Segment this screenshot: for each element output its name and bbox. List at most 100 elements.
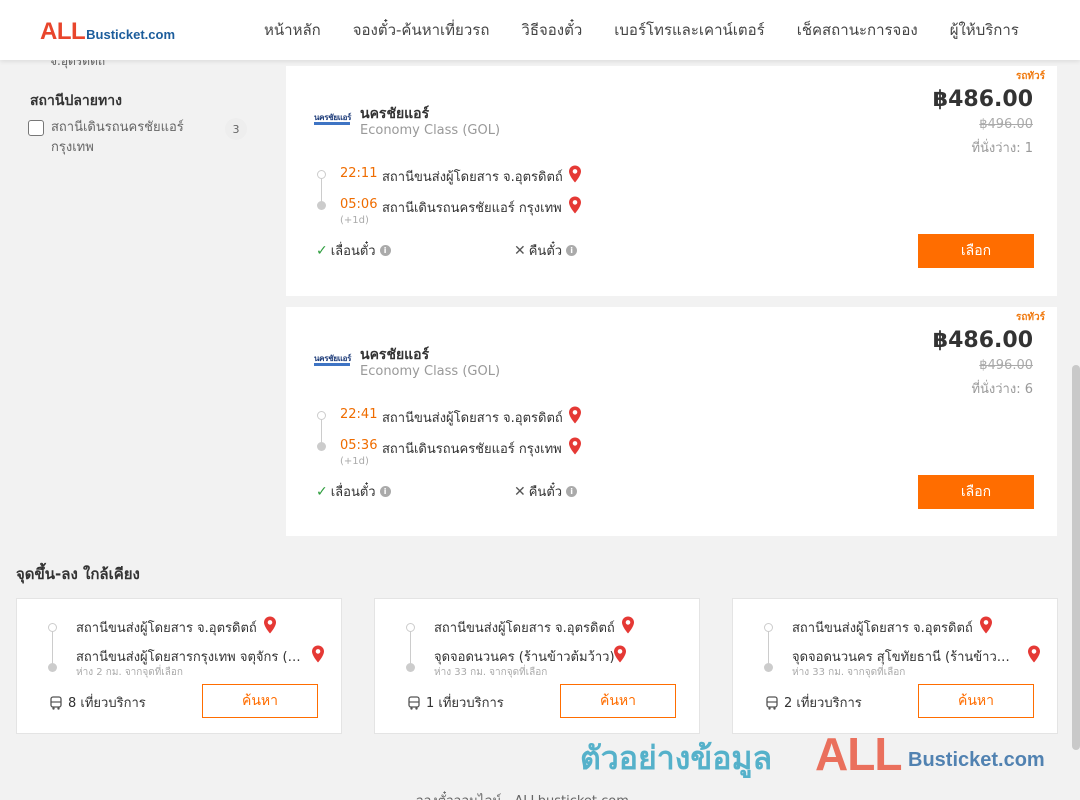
select-button[interactable]: เลือก [918, 234, 1034, 268]
route-line [410, 629, 411, 667]
footer-text: จองตั๋วออนไลน์ - ALLbusticket.com [416, 790, 629, 800]
destination-heading: สถานีปลายทาง [30, 93, 122, 109]
nearby-distance: ห่าง 33 กม. จากจุดที่เลือก [434, 667, 548, 678]
check-icon: ✓ [316, 483, 328, 500]
operator-name: นครชัยแอร์ [360, 347, 430, 363]
nearby-section-title: จุดขึ้น-ลง ใกล้เคียง [16, 565, 140, 583]
info-icon[interactable]: i [566, 245, 578, 256]
nav-operators[interactable]: ผู้ให้บริการ [934, 18, 1035, 42]
nearby-distance: ห่าง 2 กม. จากจุดที่เลือก [76, 667, 183, 678]
refund-policy: ✕ คืนตั๋ว i [514, 481, 578, 502]
service-count: 1 เที่ยวบริการ [407, 692, 504, 713]
service-count-text: 2 เที่ยวบริการ [784, 696, 862, 711]
site-logo[interactable]: ALL Busticket.com [40, 18, 175, 46]
service-count-text: 8 เที่ยวบริการ [68, 696, 146, 711]
cross-icon: ✕ [514, 242, 526, 259]
location-pin-icon[interactable] [621, 616, 635, 634]
seat-class: Economy Class (GOL) [360, 364, 501, 379]
bus-icon [408, 695, 420, 710]
location-pin-icon[interactable] [979, 616, 993, 634]
nearby-destination: จุดจอดนวนคร สุโขทัยธานี (ร้านข้าวต้มว้าว… [792, 650, 1017, 665]
nav-how-to-book[interactable]: วิธีจองตั๋ว [505, 18, 598, 42]
nearby-origin: สถานีขนส่งผู้โดยสาร จ.อุตรดิตถ์ [434, 621, 615, 636]
next-day-label: (+1d) [340, 456, 369, 467]
seat-class: Economy Class (GOL) [360, 123, 501, 138]
nav-home[interactable]: หน้าหลัก [248, 18, 337, 42]
arrive-dot [317, 201, 326, 210]
location-pin-icon[interactable] [568, 196, 582, 214]
info-icon[interactable]: i [566, 486, 578, 497]
operator-logo: นครชัยแอร์ [314, 354, 352, 368]
depart-time: 22:41 [340, 407, 378, 422]
price: ฿486.00 [932, 328, 1033, 353]
depart-stop: สถานีขนส่งผู้โดยสาร จ.อุตรดิตถ์ [382, 411, 563, 426]
original-price: ฿496.00 [979, 117, 1033, 132]
nav-phone-counters[interactable]: เบอร์โทรและเคาน์เตอร์ [598, 18, 780, 42]
search-button[interactable]: ค้นหา [560, 684, 676, 718]
search-button[interactable]: ค้นหา [202, 684, 318, 718]
location-pin-icon[interactable] [568, 165, 582, 183]
arrive-time: 05:06 [340, 197, 378, 212]
arrive-dot [317, 442, 326, 451]
arrive-time: 05:36 [340, 438, 378, 453]
location-pin-icon[interactable] [613, 645, 627, 663]
price: ฿486.00 [932, 87, 1033, 112]
location-pin-icon[interactable] [568, 437, 582, 455]
bus-type-tag: รถทัวร์ [1015, 71, 1045, 82]
nearby-origin: สถานีขนส่งผู้โดยสาร จ.อุตรดิตถ์ [792, 621, 973, 636]
location-pin-icon[interactable] [263, 616, 277, 634]
depart-stop: สถานีขนส่งผู้โดยสาร จ.อุตรดิตถ์ [382, 170, 563, 185]
trip-card: รถทัวร์ นครชัยแอร์ นครชัยแอร์ Economy Cl… [286, 66, 1057, 296]
depart-dot [317, 411, 326, 420]
search-button[interactable]: ค้นหา [918, 684, 1034, 718]
next-day-label: (+1d) [340, 215, 369, 226]
nav-book-search[interactable]: จองตั๋ว-ค้นหาเที่ยวรถ [337, 18, 506, 42]
destination-filter[interactable]: สถานีเดินรถนครชัยแอร์ กรุงเทพ 3 [28, 118, 258, 158]
origin-dot [406, 623, 415, 632]
route-line [768, 629, 769, 667]
refund-label: คืนตั๋ว [528, 485, 563, 500]
nearby-origin: สถานีขนส่งผู้โดยสาร จ.อุตรดิตถ์ [76, 621, 257, 636]
operator-logo-text: นครชัยแอร์ [314, 113, 352, 122]
reschedule-policy: ✓ เลื่อนตั๋ว i [316, 481, 391, 502]
operator-logo: นครชัยแอร์ [314, 113, 352, 127]
nearby-route-card: สถานีขนส่งผู้โดยสาร จ.อุตรดิตถ์ จุดจอดนว… [732, 598, 1058, 734]
logo-brand-text: Busticket.com [86, 27, 176, 42]
cross-icon: ✕ [514, 483, 526, 500]
nav-check-status[interactable]: เช็คสถานะการจอง [781, 18, 934, 42]
destination-dot [764, 663, 773, 672]
depart-dot [317, 170, 326, 179]
depart-time: 22:11 [340, 166, 378, 181]
bus-type-tag: รถทัวร์ [1015, 312, 1045, 323]
top-header: ALL Busticket.com หน้าหลัก จองตั๋ว-ค้นหา… [0, 0, 1080, 60]
seats-available: ที่นั่งว่าง: 6 [971, 382, 1033, 397]
location-pin-icon[interactable] [1027, 645, 1041, 663]
watermark-brand-all: ALL [815, 728, 902, 780]
destination-dot [406, 663, 415, 672]
origin-dot [764, 623, 773, 632]
trip-card: รถทัวร์ นครชัยแอร์ นครชัยแอร์ Economy Cl… [286, 307, 1057, 536]
filter-count-badge: 3 [225, 118, 247, 140]
origin-dot [48, 623, 57, 632]
nearby-distance: ห่าง 33 กม. จากจุดที่เลือก [792, 667, 906, 678]
reschedule-label: เลื่อนตั๋ว [330, 485, 376, 500]
info-icon[interactable]: i [379, 245, 391, 256]
destination-dot [48, 663, 57, 672]
arrive-stop: สถานีเดินรถนครชัยแอร์ กรุงเทพ [382, 201, 562, 216]
watermark-brand-rest: Busticket.com [908, 749, 1045, 771]
location-pin-icon[interactable] [568, 406, 582, 424]
refund-label: คืนตั๋ว [528, 244, 563, 259]
route-line [52, 629, 53, 667]
check-icon: ✓ [316, 242, 328, 259]
info-icon[interactable]: i [379, 486, 391, 497]
filter-checkbox[interactable] [28, 120, 44, 136]
service-count-text: 1 เที่ยวบริการ [426, 696, 504, 711]
seats-available: ที่นั่งว่าง: 1 [971, 141, 1033, 156]
select-button[interactable]: เลือก [918, 475, 1034, 509]
nearby-destination: จุดจอดนวนคร (ร้านข้าวต้มว้าว) [434, 650, 615, 665]
location-pin-icon[interactable] [311, 645, 325, 663]
nearby-route-card: สถานีขนส่งผู้โดยสาร จ.อุตรดิตถ์ จุดจอดนว… [374, 598, 700, 734]
page-scrollbar[interactable] [1072, 365, 1080, 750]
nearby-destination: สถานีขนส่งผู้โดยสารกรุงเทพ จตุจักร (หมอช… [76, 650, 301, 665]
filter-label: สถานีเดินรถนครชัยแอร์ กรุงเทพ [51, 120, 184, 155]
